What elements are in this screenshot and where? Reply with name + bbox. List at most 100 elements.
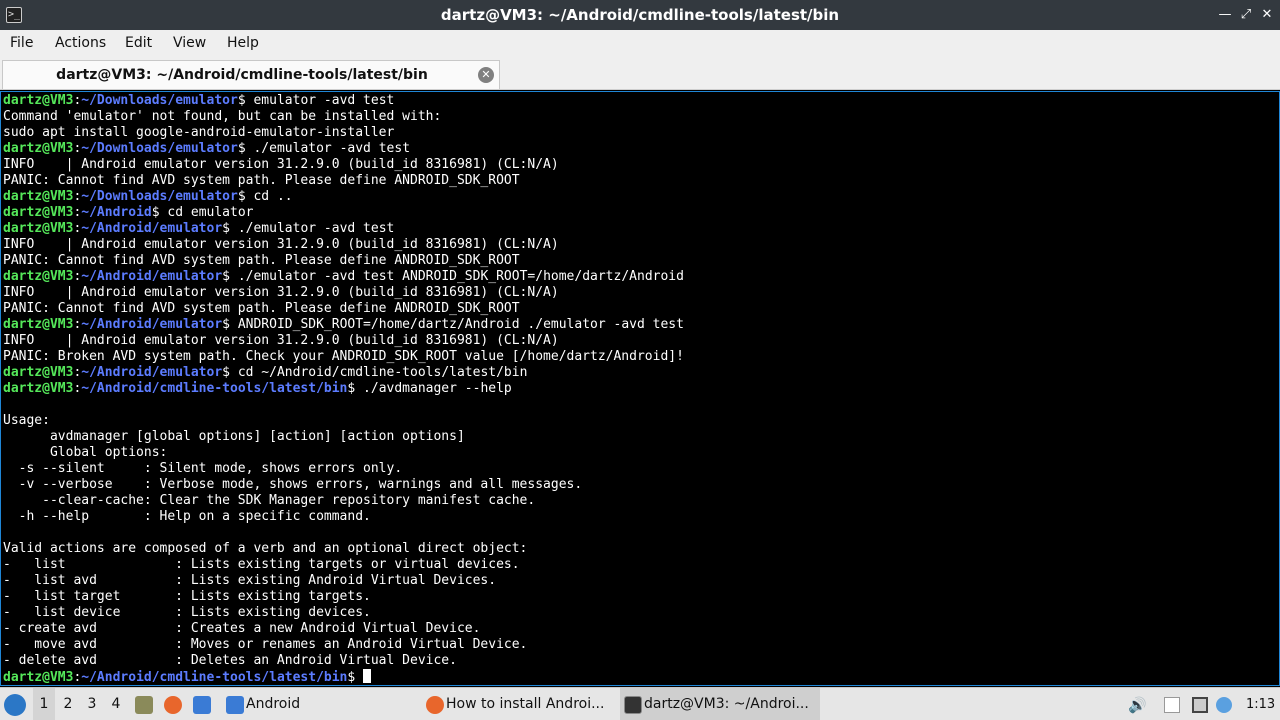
menu-actions[interactable]: Actions: [55, 35, 106, 51]
terminal-text-span: sudo apt install google-android-emulator…: [3, 125, 395, 140]
terminal-line: dartz@VM3:~/Downloads/emulator$ ./emulat…: [3, 141, 411, 156]
terminal-line: dartz@VM3:~/Android/emulator$ cd ~/Andro…: [3, 365, 528, 380]
menu-file[interactable]: File: [10, 35, 33, 51]
prompt-user: dartz@VM3: [3, 189, 74, 204]
terminal-line: dartz@VM3:~/Android/emulator$ ANDROID_SD…: [3, 317, 684, 332]
prompt-path: ~/Android/cmdline-tools/latest/bin: [81, 670, 348, 685]
terminal-line: INFO | Android emulator version 31.2.9.0…: [3, 285, 684, 301]
terminal-text-span: avdmanager [global options] [action] [ac…: [3, 429, 465, 444]
workspace-4[interactable]: 4: [105, 688, 127, 720]
desktop-icon[interactable]: [193, 696, 211, 714]
terminal-text-span: - create avd : Creates a new Android Vir…: [3, 621, 481, 636]
prompt-user: dartz@VM3: [3, 141, 74, 156]
terminal-line: - list device : Lists existing devices.: [3, 605, 684, 621]
terminal-line: ​: [3, 525, 684, 541]
terminal-line: Command 'emulator' not found, but can be…: [3, 109, 684, 125]
terminal-text-span: INFO | Android emulator version 31.2.9.0…: [3, 157, 559, 172]
terminal-line: dartz@VM3:~/Android$ cd emulator: [3, 205, 254, 220]
clock: 1:13: [1246, 697, 1276, 712]
terminal-line: INFO | Android emulator version 31.2.9.0…: [3, 157, 684, 173]
prompt-path: ~/Android: [81, 205, 152, 220]
terminal-line: dartz@VM3:~/Downloads/emulator$ cd ..: [3, 189, 293, 204]
terminal-text-span: - move avd : Moves or renames an Android…: [3, 637, 528, 652]
prompt-path: ~/Android/emulator: [81, 221, 223, 236]
start-menu-icon[interactable]: [4, 694, 26, 716]
prompt-path: ~/Android/emulator: [81, 365, 223, 380]
terminal-text: dartz@VM3:~/Downloads/emulator$ emulator…: [3, 93, 684, 685]
menu-help[interactable]: Help: [227, 35, 259, 51]
prompt-path: ~/Android/cmdline-tools/latest/bin: [81, 381, 348, 396]
prompt-user: dartz@VM3: [3, 670, 74, 685]
maximize-icon[interactable]: ⤢: [1237, 6, 1255, 24]
prompt-user: dartz@VM3: [3, 205, 74, 220]
terminal-line: - delete avd : Deletes an Android Virtua…: [3, 653, 684, 669]
terminal-text-span: emulator -avd test: [245, 93, 395, 108]
taskbar: 1 2 3 4 Android How to install Androi...…: [0, 687, 1280, 720]
menu-view[interactable]: View: [173, 35, 206, 51]
network-icon[interactable]: [1216, 697, 1232, 713]
clipboard-icon[interactable]: [1164, 697, 1180, 713]
prompt-user: dartz@VM3: [3, 93, 74, 108]
workspace-1[interactable]: 1: [33, 688, 55, 720]
terminal-line: dartz@VM3:~/Downloads/emulator$ emulator…: [3, 93, 395, 108]
terminal-line: ​: [3, 397, 684, 413]
close-icon[interactable]: ✕: [1258, 6, 1276, 24]
terminal-text-span: INFO | Android emulator version 31.2.9.0…: [3, 285, 559, 300]
close-circle-icon[interactable]: ✕: [478, 67, 494, 83]
prompt-path: ~/Downloads/emulator: [81, 141, 238, 156]
terminal-line: dartz@VM3:~/Android/emulator$ ./emulator…: [3, 269, 684, 284]
text-cursor: [363, 669, 372, 683]
terminal-line: -h --help : Help on a specific command.: [3, 509, 684, 525]
minimize-icon[interactable]: —: [1216, 6, 1234, 24]
terminal-line: Valid actions are composed of a verb and…: [3, 541, 684, 557]
terminal-line: -v --verbose : Verbose mode, shows error…: [3, 477, 684, 493]
file-manager-icon[interactable]: [135, 696, 153, 714]
terminal-line: sudo apt install google-android-emulator…: [3, 125, 684, 141]
terminal-text-span: Valid actions are composed of a verb and…: [3, 541, 528, 556]
terminal-line: PANIC: Cannot find AVD system path. Plea…: [3, 173, 684, 189]
terminal-text-span: PANIC: Cannot find AVD system path. Plea…: [3, 301, 520, 316]
terminal-output[interactable]: dartz@VM3:~/Downloads/emulator$ emulator…: [0, 91, 1280, 686]
terminal-icon: [624, 696, 642, 714]
terminal-line: Usage:: [3, 413, 684, 429]
terminal-text-span: - delete avd : Deletes an Android Virtua…: [3, 653, 457, 668]
terminal-text-span: - list : Lists existing targets or virtu…: [3, 557, 520, 572]
terminal-line: - list target : Lists existing targets.: [3, 589, 684, 605]
prompt-path: ~/Downloads/emulator: [81, 93, 238, 108]
prompt-path: ~/Android/emulator: [81, 269, 223, 284]
terminal-line: Global options:: [3, 445, 684, 461]
terminal-text-span: PANIC: Cannot find AVD system path. Plea…: [3, 253, 520, 268]
terminal-text-span: INFO | Android emulator version 31.2.9.0…: [3, 333, 559, 348]
terminal-text-span: - list device : Lists existing devices.: [3, 605, 371, 620]
prompt-path: ~/Downloads/emulator: [81, 189, 238, 204]
terminal-line: --clear-cache: Clear the SDK Manager rep…: [3, 493, 684, 509]
menu-bar: File Actions Edit View Help: [0, 30, 1280, 58]
task-terminal[interactable]: dartz@VM3: ~/Androi...: [620, 688, 820, 720]
terminal-text-span: ANDROID_SDK_ROOT=/home/dartz/Android ./e…: [230, 317, 684, 332]
display-icon[interactable]: [1192, 697, 1208, 713]
terminal-tab[interactable]: dartz@VM3: ~/Android/cmdline-tools/lates…: [2, 60, 500, 89]
terminal-text-span: - list avd : Lists existing Android Virt…: [3, 573, 497, 588]
menu-edit[interactable]: Edit: [125, 35, 152, 51]
task-firefox[interactable]: How to install Androi...: [422, 688, 614, 720]
terminal-text-span: [355, 670, 363, 685]
terminal-text-span: ./emulator -avd test ANDROID_SDK_ROOT=/h…: [230, 269, 684, 284]
firefox-icon[interactable]: [164, 696, 182, 714]
tab-bar: dartz@VM3: ~/Android/cmdline-tools/lates…: [0, 58, 1280, 90]
terminal-text-span: INFO | Android emulator version 31.2.9.0…: [3, 237, 559, 252]
workspace-2[interactable]: 2: [57, 688, 79, 720]
terminal-text-span: Command 'emulator' not found, but can be…: [3, 109, 442, 124]
terminal-line: PANIC: Cannot find AVD system path. Plea…: [3, 253, 684, 269]
terminal-line: INFO | Android emulator version 31.2.9.0…: [3, 237, 684, 253]
tab-label: dartz@VM3: ~/Android/cmdline-tools/lates…: [56, 67, 428, 83]
task-android-folder[interactable]: Android: [222, 688, 414, 720]
terminal-text-span: Global options:: [3, 445, 168, 460]
terminal-line: INFO | Android emulator version 31.2.9.0…: [3, 333, 684, 349]
terminal-text-span: cd ~/Android/cmdline-tools/latest/bin: [230, 365, 528, 380]
task-label: dartz@VM3: ~/Androi...: [644, 696, 809, 712]
terminal-line: dartz@VM3:~/Android/emulator$ ./emulator…: [3, 221, 395, 236]
terminal-line: - create avd : Creates a new Android Vir…: [3, 621, 684, 637]
volume-icon[interactable]: 🔊: [1128, 697, 1147, 713]
workspace-3[interactable]: 3: [81, 688, 103, 720]
prompt-user: dartz@VM3: [3, 381, 74, 396]
